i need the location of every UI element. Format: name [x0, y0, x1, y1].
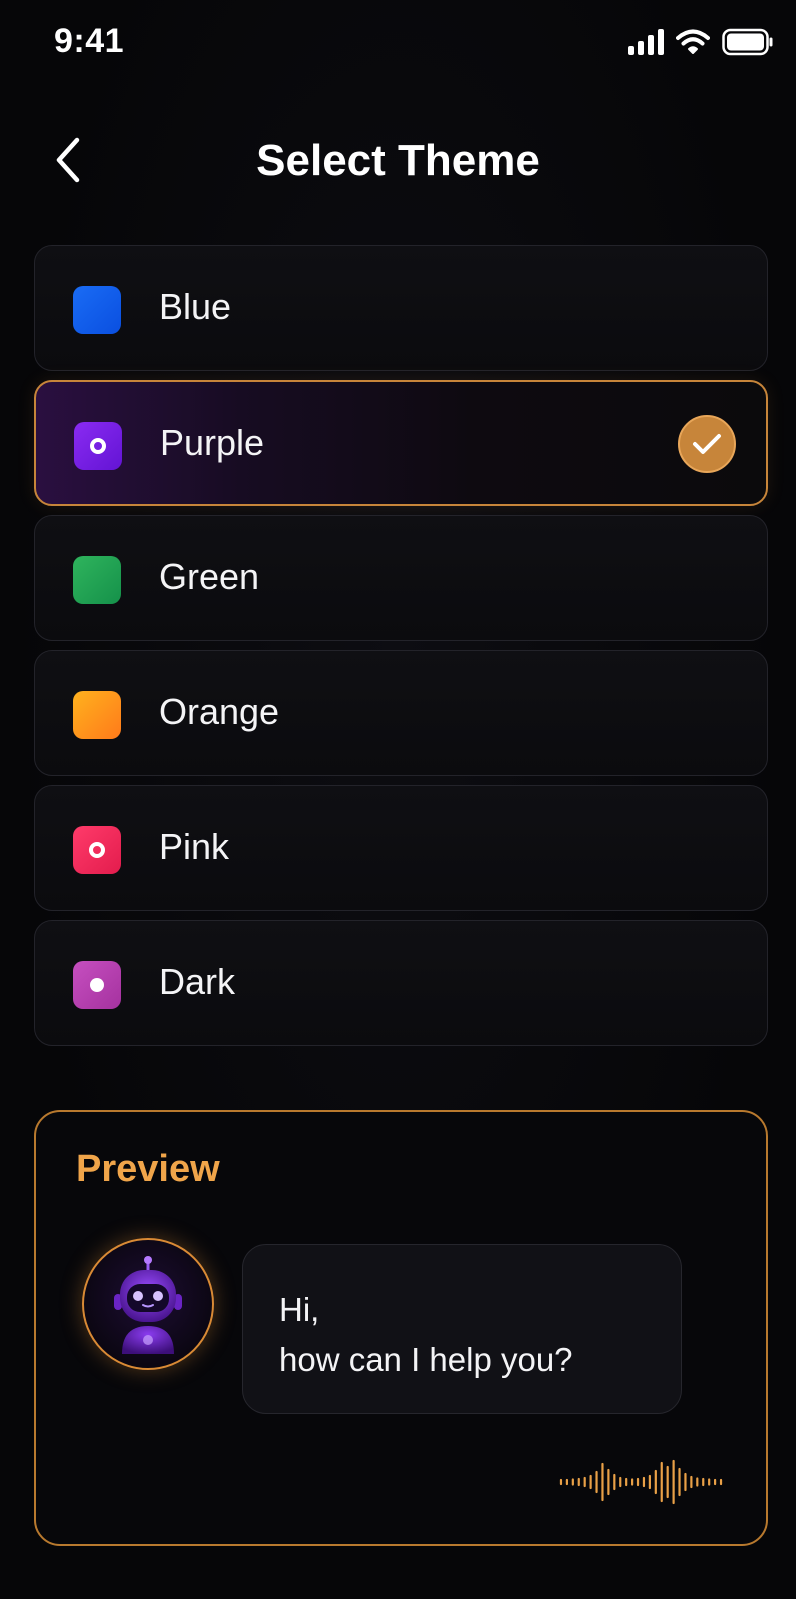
theme-color-swatch	[73, 961, 121, 1009]
theme-label: Pink	[159, 826, 230, 867]
assistant-avatar	[82, 1238, 214, 1370]
theme-option-pink[interactable]: Pink	[34, 785, 768, 911]
theme-label: Blue	[159, 286, 232, 327]
battery-icon	[722, 28, 774, 56]
theme-option-dark[interactable]: Dark	[34, 920, 768, 1046]
cellular-signal-icon	[628, 29, 664, 55]
wifi-icon	[676, 29, 710, 55]
theme-label: Green	[159, 556, 260, 597]
theme-color-swatch	[73, 826, 121, 874]
chat-bubble: Hi, how can I help you?	[242, 1244, 682, 1414]
theme-option-blue[interactable]: Blue	[34, 245, 768, 371]
theme-color-swatch	[73, 286, 121, 334]
theme-color-swatch	[74, 422, 122, 470]
header: Select Theme	[0, 120, 796, 204]
audio-waveform-icon	[559, 1459, 723, 1505]
status-time: 9:41	[54, 22, 125, 60]
theme-label: Dark	[159, 961, 236, 1002]
selected-check-badge	[678, 415, 736, 473]
chat-message-line: Hi,	[279, 1291, 320, 1328]
theme-label: Orange	[159, 691, 280, 732]
preview-title: Preview	[76, 1148, 220, 1190]
robot-icon	[114, 1256, 182, 1354]
page-title: Select Theme	[256, 136, 540, 185]
status-bar: 9:41	[0, 0, 796, 90]
theme-option-green[interactable]: Green	[34, 515, 768, 641]
theme-option-orange[interactable]: Orange	[34, 650, 768, 776]
preview-card: Preview Hi, how can I help you?	[34, 1110, 768, 1546]
status-icons	[628, 28, 774, 56]
theme-screen: 9:41 Select Theme Blue Purple Green Oran…	[0, 0, 796, 1599]
chat-message-line: how can I help you?	[279, 1341, 573, 1378]
theme-option-purple[interactable]: Purple	[34, 380, 768, 506]
theme-color-swatch	[73, 691, 121, 739]
theme-label: Purple	[160, 422, 265, 463]
checkmark-icon	[693, 434, 721, 454]
theme-color-swatch	[73, 556, 121, 604]
theme-list: Blue Purple Green Orange Pink Dark	[34, 245, 768, 1055]
